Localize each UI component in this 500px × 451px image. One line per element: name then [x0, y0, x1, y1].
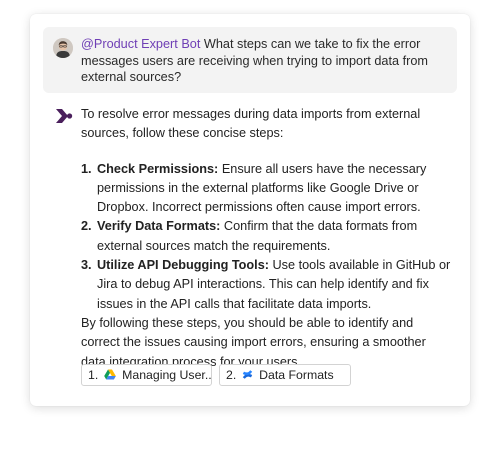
source-number: 2. [226, 368, 237, 382]
source-label: Managing User... [122, 368, 212, 382]
question-text: @Product Expert Bot What steps can we ta… [81, 36, 451, 86]
step-title: Utilize API Debugging Tools: [97, 258, 269, 273]
chat-card: @Product Expert Bot What steps can we ta… [30, 14, 470, 406]
step-number: 3. [81, 258, 92, 273]
step-number: 1. [81, 161, 92, 176]
list-item: 2. Verify Data Formats: Confirm that the… [81, 217, 451, 256]
google-drive-icon [103, 369, 116, 380]
avatar-portrait-icon [53, 38, 73, 58]
source-number: 1. [88, 368, 99, 382]
steps-list: 1. Check Permissions: Ensure all users h… [81, 160, 451, 314]
list-item: 3. Utilize API Debugging Tools: Use tool… [81, 256, 451, 314]
answer-intro: To resolve error messages during data im… [81, 107, 421, 141]
step-title: Check Permissions: [97, 161, 219, 176]
step-title: Verify Data Formats: [97, 219, 221, 234]
list-item: 1. Check Permissions: Ensure all users h… [81, 160, 451, 218]
bot-mention[interactable]: @Product Expert Bot [81, 37, 200, 51]
source-chip-data-formats[interactable]: 2. Data Formats [219, 364, 351, 386]
user-question: @Product Expert Bot What steps can we ta… [43, 27, 457, 93]
bot-logo-icon [56, 109, 73, 123]
source-label: Data Formats [259, 368, 334, 382]
source-chip-managing-users[interactable]: 1. Managing User... [81, 364, 212, 386]
bot-answer: To resolve error messages during data im… [81, 105, 451, 372]
confluence-icon [242, 370, 252, 380]
user-avatar[interactable] [53, 38, 73, 58]
step-number: 2. [81, 219, 92, 234]
